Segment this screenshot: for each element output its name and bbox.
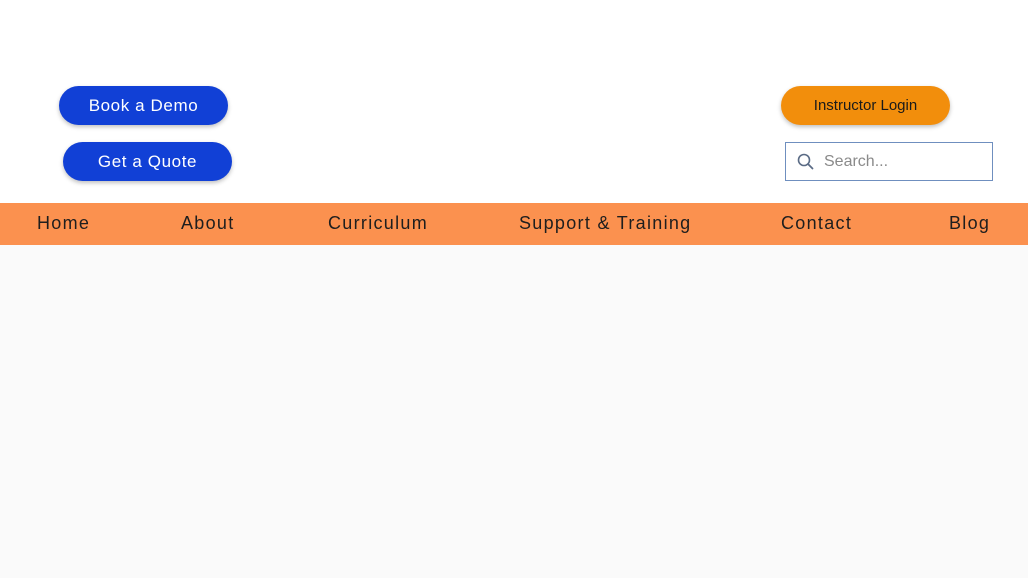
search-input[interactable] [824,152,984,171]
main-nav: Home About Curriculum Support & Training… [0,203,1028,245]
nav-item-about[interactable]: About [181,203,235,245]
site-header: Book a Demo Get a Quote Instructor Login [0,0,1028,203]
search-box[interactable] [785,142,993,181]
get-quote-button[interactable]: Get a Quote [63,142,232,181]
nav-item-home[interactable]: Home [37,203,90,245]
nav-item-contact[interactable]: Contact [781,203,852,245]
book-demo-button[interactable]: Book a Demo [59,86,228,125]
nav-item-support-training[interactable]: Support & Training [519,203,692,245]
nav-item-curriculum[interactable]: Curriculum [328,203,428,245]
nav-item-blog[interactable]: Blog [949,203,990,245]
page-content [0,245,1028,578]
instructor-login-button[interactable]: Instructor Login [781,86,950,125]
search-icon[interactable] [796,153,814,171]
